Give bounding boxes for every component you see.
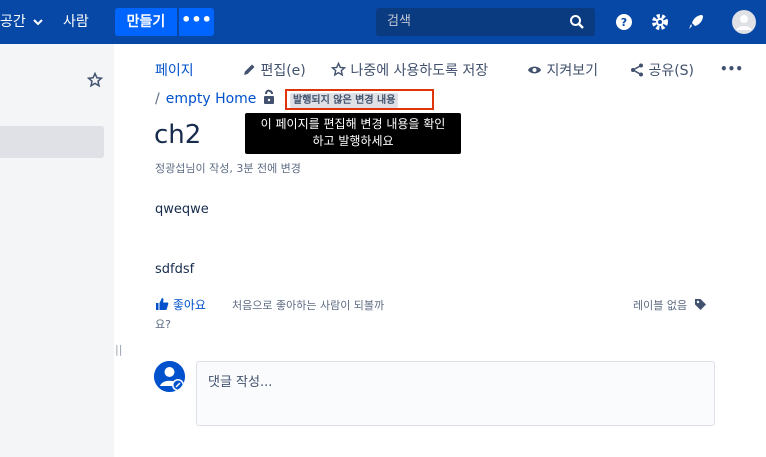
page-paragraph: sdfdsf xyxy=(155,262,195,277)
page-paragraph: qweqwe xyxy=(155,202,209,217)
share-button[interactable]: 공유(S) xyxy=(630,60,694,80)
like-description-cont: 요? xyxy=(155,318,171,331)
notifications-rocket-icon[interactable] xyxy=(686,12,706,32)
breadcrumb-separator: / xyxy=(155,91,160,107)
tooltip-line-2: 하고 발행하세요 xyxy=(312,134,394,148)
watch-button[interactable]: 지켜보기 xyxy=(527,60,598,80)
sidebar-resize-handle[interactable]: || xyxy=(115,343,122,357)
page-title: ch2 xyxy=(154,120,202,150)
search-icon xyxy=(570,15,584,29)
star-icon xyxy=(330,61,347,77)
sidebar-selected-item[interactable] xyxy=(0,126,104,158)
chevron-down-icon xyxy=(33,19,43,26)
breadcrumb: / empty Home xyxy=(155,91,256,107)
svg-text:?: ? xyxy=(621,16,627,29)
spaces-label: 공간 xyxy=(0,14,26,30)
people-link[interactable]: 사람 xyxy=(63,0,89,44)
save-for-later-button[interactable]: 나중에 사용하도록 저장 xyxy=(330,60,489,80)
highlight-box xyxy=(285,89,434,110)
search-placeholder: 검색 xyxy=(387,14,411,29)
top-navigation-bar: 공간 사람 만들기 ••• 검색 ? xyxy=(0,0,766,44)
comment-placeholder: 댓글 작성... xyxy=(208,375,273,390)
unlocked-restrictions-icon[interactable] xyxy=(262,89,276,105)
pages-link[interactable]: 페이지 xyxy=(155,60,194,80)
watch-label: 지켜보기 xyxy=(546,63,598,79)
edit-button[interactable]: 편집(e) xyxy=(242,60,306,80)
like-button[interactable]: 좋아요 xyxy=(155,296,206,313)
share-icon xyxy=(631,63,643,77)
labels-section[interactable]: 레이블 없음 xyxy=(633,297,707,313)
edit-label: 편집(e) xyxy=(260,63,306,79)
page-byline: 정광섭님이 작성, 3분 전에 변경 xyxy=(155,162,301,175)
no-labels-text: 레이블 없음 xyxy=(633,299,688,312)
share-label: 공유(S) xyxy=(648,63,695,79)
breadcrumb-home-link[interactable]: empty Home xyxy=(166,91,257,107)
save-for-later-label: 나중에 사용하도록 저장 xyxy=(350,63,489,79)
star-icon[interactable] xyxy=(87,72,103,88)
tooltip-line-1: 이 페이지를 편집해 변경 내용을 확인 xyxy=(260,117,446,131)
thumbs-up-icon xyxy=(156,298,169,310)
eye-icon xyxy=(528,66,541,74)
create-more-button[interactable]: ••• xyxy=(179,8,214,36)
comment-input[interactable]: 댓글 작성... xyxy=(196,361,715,426)
space-sidebar xyxy=(0,44,114,457)
search-input[interactable]: 검색 xyxy=(376,8,595,36)
like-label: 좋아요 xyxy=(172,298,206,312)
gear-icon[interactable] xyxy=(650,12,670,32)
like-description: 처음으로 좋아하는 사람이 되볼까 xyxy=(232,299,385,312)
help-icon[interactable]: ? xyxy=(614,12,634,32)
more-actions-button[interactable]: ••• xyxy=(720,62,743,76)
tag-icon xyxy=(694,299,706,310)
user-avatar-icon[interactable] xyxy=(732,10,756,34)
commenter-avatar-icon xyxy=(154,361,185,392)
create-button[interactable]: 만들기 xyxy=(115,8,177,36)
unpublished-tooltip: 이 페이지를 편집해 변경 내용을 확인 하고 발행하세요 xyxy=(245,113,461,154)
pencil-icon xyxy=(244,64,255,75)
spaces-menu[interactable]: 공간 xyxy=(0,0,43,44)
